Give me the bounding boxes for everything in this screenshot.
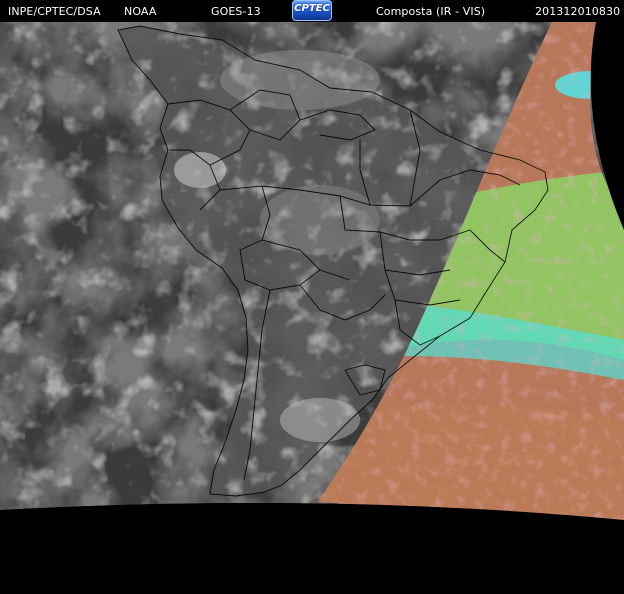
satellite-image-viewer: INPE/CPTEC/DSA NOAA GOES-13 CPTEC Compos… [0, 0, 624, 594]
cptec-logo: CPTEC [292, 0, 332, 21]
satellite-label: GOES-13 [211, 5, 261, 18]
agency-label: INPE/CPTEC/DSA [8, 5, 101, 18]
timestamp-label: 201312010830 [535, 5, 621, 18]
satellite-map [0, 0, 624, 594]
image-header-bar: INPE/CPTEC/DSA NOAA GOES-13 CPTEC Compos… [0, 0, 624, 22]
product-label: Composta (IR - VIS) [376, 5, 486, 18]
noaa-label: NOAA [124, 5, 157, 18]
cloud-south [280, 398, 360, 442]
earth-limb-bottom [0, 502, 624, 594]
